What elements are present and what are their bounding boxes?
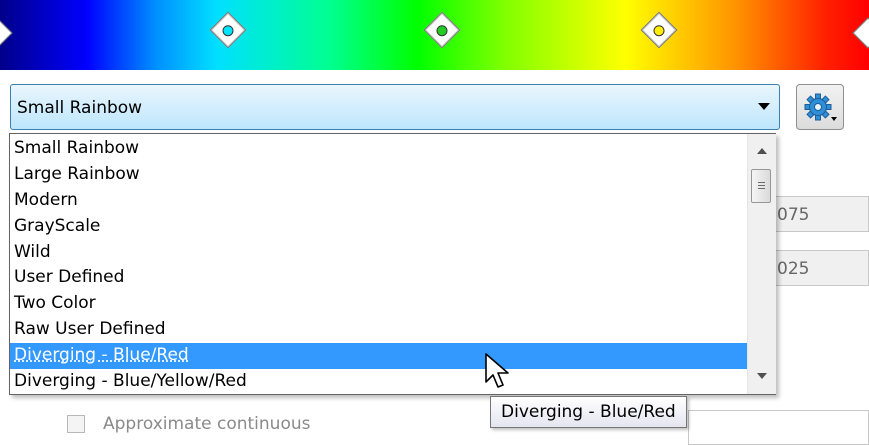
option-two-color[interactable]: Two Color — [10, 291, 747, 317]
approximate-continuous-checkbox[interactable] — [67, 415, 85, 433]
grip-line — [758, 185, 765, 186]
color-stop-dot — [653, 25, 665, 37]
colormap-select[interactable]: Small Rainbow — [10, 84, 780, 130]
value-field-1-text: 075 — [777, 205, 810, 225]
left-edge-marker[interactable] — [0, 17, 13, 49]
option-small-rainbow[interactable]: Small Rainbow — [10, 136, 747, 162]
value-field-2[interactable]: 025 — [774, 250, 869, 286]
option-diverging-blue-red[interactable]: Diverging - Blue/Red — [10, 343, 747, 370]
scroll-down-arrow-icon[interactable] — [757, 373, 767, 379]
option-raw-user-defined[interactable]: Raw User Defined — [10, 317, 747, 343]
colormap-select-value: Small Rainbow — [17, 98, 143, 118]
option-large-rainbow[interactable]: Large Rainbow — [10, 162, 747, 188]
option-wild[interactable]: Wild — [10, 240, 747, 266]
color-stop-marker-yellow[interactable] — [640, 11, 678, 49]
grip-line — [758, 188, 765, 189]
color-stop-dot — [436, 25, 448, 37]
value-field-2-text: 025 — [777, 259, 810, 279]
tooltip-text: Diverging - Blue/Red — [501, 402, 676, 422]
colormap-dropdown-list[interactable]: Small Rainbow Large Rainbow Modern GrayS… — [9, 133, 776, 395]
tooltip: Diverging - Blue/Red — [490, 396, 687, 428]
colormap-settings-button[interactable] — [796, 84, 844, 130]
approximate-continuous-label: Approximate continuous — [103, 414, 311, 434]
option-diverging-blue-yellow-red[interactable]: Diverging - Blue/Yellow/Red — [10, 369, 747, 395]
dropdown-scrollbar[interactable] — [747, 134, 776, 394]
scroll-up-arrow-icon[interactable] — [757, 148, 767, 154]
value-field-1[interactable]: 075 — [774, 196, 869, 232]
grip-line — [758, 182, 765, 183]
bottom-field[interactable] — [688, 410, 869, 445]
mouse-cursor-icon — [485, 353, 509, 388]
chevron-down-icon[interactable] — [758, 103, 770, 110]
gear-icon — [804, 93, 837, 121]
right-edge-marker[interactable] — [852, 17, 869, 49]
option-user-defined[interactable]: User Defined — [10, 265, 747, 291]
colormap-gradient-bar[interactable] — [0, 0, 869, 70]
option-modern[interactable]: Modern — [10, 188, 747, 214]
option-grayscale[interactable]: GrayScale — [10, 214, 747, 240]
color-stop-marker-cyan[interactable] — [209, 11, 247, 49]
color-stop-marker-green[interactable] — [423, 11, 461, 49]
scrollbar-thumb[interactable] — [751, 169, 771, 203]
dropdown-options: Small Rainbow Large Rainbow Modern GrayS… — [10, 136, 747, 395]
color-stop-dot — [222, 25, 234, 37]
